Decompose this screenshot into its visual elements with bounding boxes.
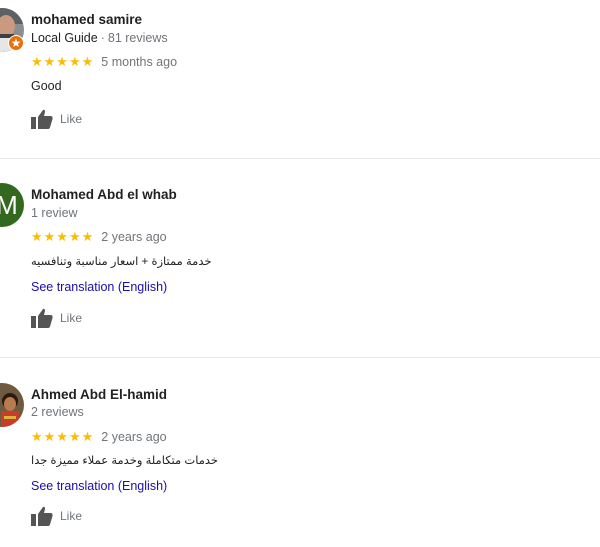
review-time: 2 years ago bbox=[101, 430, 167, 444]
local-guide-label: Local Guide bbox=[31, 31, 98, 45]
thumbs-up-icon bbox=[31, 308, 53, 328]
reviewer-meta: Local Guide · 81 reviews bbox=[31, 31, 168, 45]
rating-row: ★★★★★ 2 years ago bbox=[31, 429, 167, 445]
reviewer-name[interactable]: Ahmed Abd El-hamid bbox=[31, 387, 167, 402]
reviewer-name[interactable]: Mohamed Abd el whab bbox=[31, 187, 177, 202]
review-card: M Mohamed Abd el whab 1 review ★★★★★ 2 y… bbox=[0, 159, 600, 357]
meta-separator: · bbox=[100, 31, 105, 45]
review-text: خدمات متكاملة وخدمة عملاء مميزة جدا bbox=[31, 455, 219, 467]
review-card: Ahmed Abd El-hamid 2 reviews ★★★★★ 2 yea… bbox=[0, 358, 600, 547]
see-translation-link[interactable]: See translation (English) bbox=[31, 479, 167, 493]
reviewer-avatar[interactable] bbox=[0, 383, 24, 427]
review-count: 1 review bbox=[31, 206, 78, 220]
star-rating-icon: ★★★★★ bbox=[31, 429, 95, 444]
review-card: mohamed samire Local Guide · 81 reviews ★★… bbox=[0, 0, 600, 158]
reviewer-avatar[interactable]: M bbox=[0, 183, 24, 227]
review-count: 2 reviews bbox=[31, 405, 84, 419]
avatar-letter: M bbox=[0, 190, 18, 220]
like-button[interactable]: Like bbox=[31, 506, 82, 526]
reviewer-meta: 2 reviews bbox=[31, 405, 84, 419]
thumbs-up-icon bbox=[31, 109, 53, 129]
reviewer-name[interactable]: mohamed samire bbox=[31, 12, 142, 27]
review-text: Good bbox=[31, 79, 62, 93]
like-label: Like bbox=[60, 509, 83, 523]
rating-row: ★★★★★ 2 years ago bbox=[31, 229, 167, 245]
review-text: خدمة ممتازة + اسعار مناسبة وتنافسيه bbox=[31, 256, 212, 268]
like-label: Like bbox=[60, 311, 83, 325]
like-button[interactable]: Like bbox=[31, 308, 82, 328]
review-time: 5 months ago bbox=[101, 55, 178, 69]
like-button[interactable]: Like bbox=[31, 109, 82, 129]
like-label: Like bbox=[60, 112, 83, 126]
star-rating-icon: ★★★★★ bbox=[31, 54, 95, 69]
see-translation-link[interactable]: See translation (English) bbox=[31, 280, 167, 294]
thumbs-up-icon bbox=[31, 506, 53, 526]
review-time: 2 years ago bbox=[101, 230, 167, 244]
reviewer-photo-icon bbox=[0, 383, 24, 427]
rating-row: ★★★★★ 5 months ago bbox=[31, 54, 177, 70]
review-count: 81 reviews bbox=[107, 31, 168, 45]
reviewer-meta: 1 review bbox=[31, 206, 78, 220]
local-guide-badge-icon bbox=[8, 35, 24, 51]
star-rating-icon: ★★★★★ bbox=[31, 229, 95, 244]
